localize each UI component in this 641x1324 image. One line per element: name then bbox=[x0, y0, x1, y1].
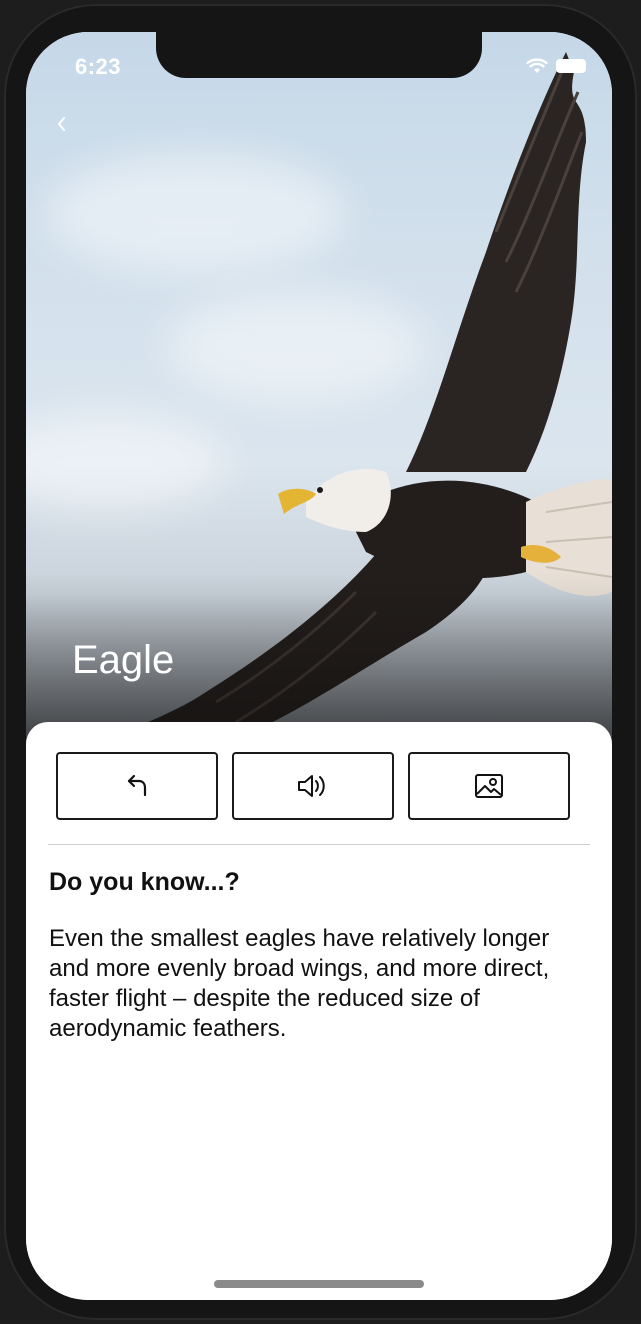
gallery-button[interactable] bbox=[408, 752, 570, 820]
content-card: Do you know...? Even the smallest eagles… bbox=[26, 722, 612, 1300]
undo-arrow-icon bbox=[127, 774, 147, 797]
device-frame: 6:23 Eagle Do you know...? Even the smal… bbox=[0, 0, 641, 1324]
app-screen: 6:23 Eagle Do you know...? Even the smal… bbox=[26, 32, 612, 1300]
home-indicator[interactable] bbox=[214, 1280, 424, 1288]
section-divider bbox=[48, 844, 590, 845]
image-icon bbox=[475, 774, 503, 798]
speaker-icon bbox=[298, 775, 325, 797]
action-row bbox=[56, 752, 570, 820]
fact-heading: Do you know...? bbox=[49, 868, 240, 896]
sound-button[interactable] bbox=[232, 752, 394, 820]
fact-body: Even the smallest eagles have relatively… bbox=[49, 925, 550, 1042]
battery-icon bbox=[556, 59, 586, 73]
wifi-icon bbox=[526, 58, 548, 73]
status-time: 6:23 bbox=[75, 54, 122, 79]
device-notch bbox=[156, 32, 482, 78]
undo-button[interactable] bbox=[56, 752, 218, 820]
back-button[interactable] bbox=[50, 112, 74, 136]
page-title: Eagle bbox=[72, 638, 175, 682]
hero-image: 6:23 Eagle bbox=[26, 32, 612, 752]
status-icons bbox=[526, 58, 586, 74]
chevron-left-icon bbox=[58, 117, 65, 131]
